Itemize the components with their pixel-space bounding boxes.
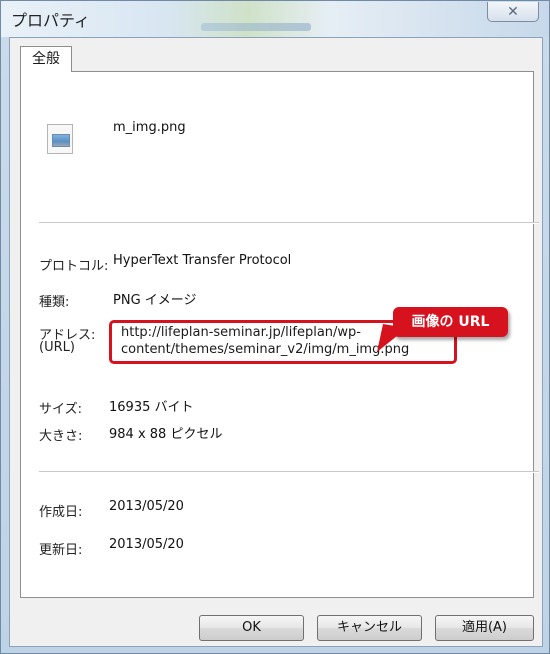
- apply-button[interactable]: 適用(A): [435, 615, 534, 641]
- callout-arrow-icon: [377, 324, 407, 352]
- modified-label: 更新日:: [39, 543, 83, 558]
- modified-value: 2013/05/20: [109, 537, 184, 552]
- address-url-label: (URL): [39, 340, 75, 355]
- general-tab-panel: m_img.png プロトコル: HyperText Transfer Prot…: [20, 71, 539, 598]
- dialog-body: 全般 m_img.png プロトコル: HyperText Transfer P…: [9, 37, 543, 647]
- created-value: 2013/05/20: [109, 499, 184, 514]
- ok-button[interactable]: OK: [199, 615, 304, 641]
- dimensions-value: 984 x 88 ピクセル: [109, 427, 223, 442]
- size-value: 16935 バイト: [109, 400, 194, 415]
- title-bar[interactable]: プロパティ ✕: [1, 1, 549, 37]
- type-value: PNG イメージ: [113, 293, 197, 308]
- protocol-value: HyperText Transfer Protocol: [113, 253, 292, 268]
- dimensions-label: 大きさ:: [39, 429, 83, 444]
- url-callout-label: 画像の URL: [393, 307, 508, 337]
- close-icon: ✕: [507, 3, 519, 20]
- separator: [39, 471, 539, 473]
- size-label: サイズ:: [39, 402, 82, 417]
- protocol-label: プロトコル:: [39, 259, 109, 274]
- close-button[interactable]: ✕: [487, 2, 539, 22]
- file-name: m_img.png: [113, 120, 186, 135]
- window-title: プロパティ: [11, 11, 91, 30]
- tab-general[interactable]: 全般: [20, 46, 72, 72]
- cancel-button[interactable]: キャンセル: [317, 615, 422, 641]
- image-file-icon: [47, 124, 73, 154]
- properties-window: プロパティ ✕ 全般 m_img.png プロトコル: HyperText Tr…: [0, 0, 550, 654]
- created-label: 作成日:: [39, 505, 83, 520]
- separator: [39, 222, 539, 224]
- titlebar-background-decoration: [201, 23, 311, 31]
- type-label: 種類:: [39, 295, 70, 310]
